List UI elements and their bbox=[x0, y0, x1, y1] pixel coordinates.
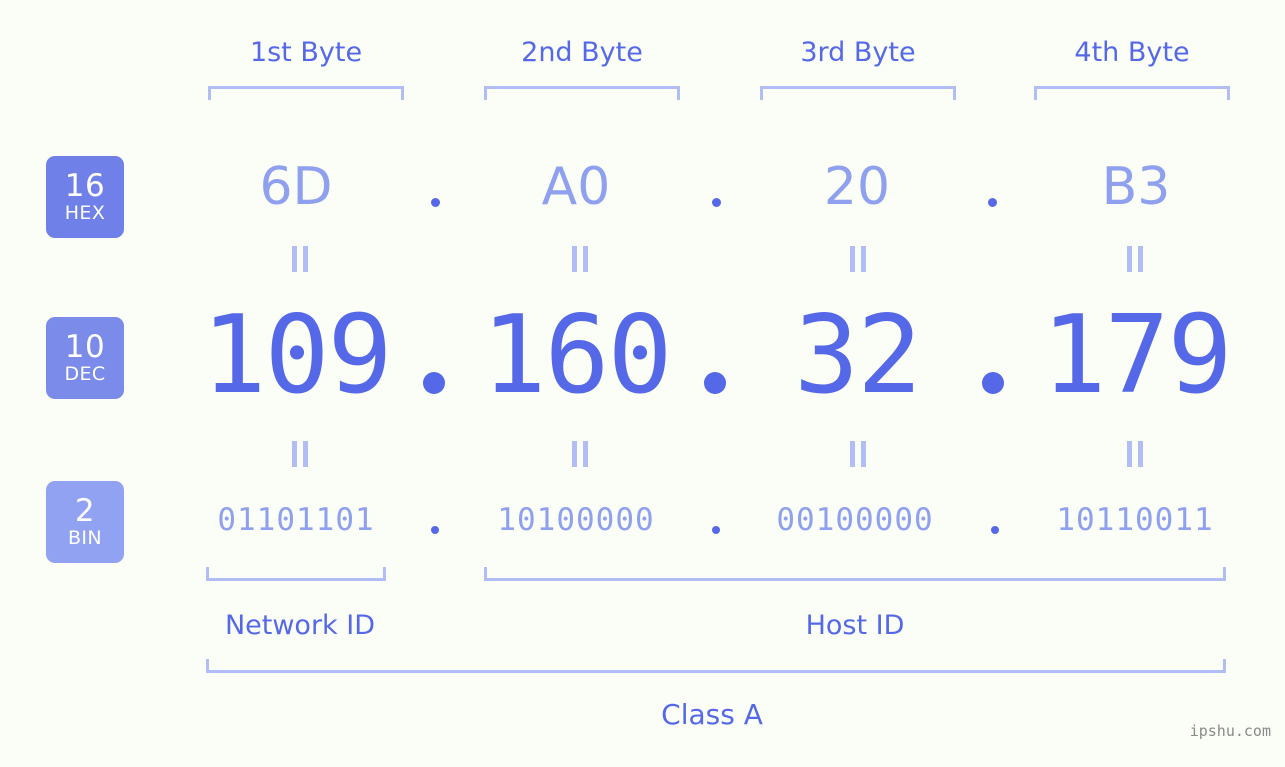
hex-octet-2: A0 bbox=[541, 157, 611, 217]
byte-header-1: 1st Byte bbox=[249, 37, 363, 68]
dec-octet-3: 32 bbox=[793, 293, 922, 418]
equals-mark-hex-dec-1 bbox=[289, 246, 311, 272]
equals-mark-dec-bin-2 bbox=[569, 441, 591, 467]
hex-octet-4: B3 bbox=[1101, 157, 1171, 217]
dec-separator-2 bbox=[704, 372, 726, 394]
equals-mark-dec-bin-3 bbox=[847, 441, 869, 467]
base-badge-hex-name: HEX bbox=[64, 202, 106, 224]
hex-separator-1 bbox=[431, 198, 440, 207]
bin-separator-2 bbox=[712, 526, 720, 534]
hex-octet-1: 6D bbox=[259, 157, 333, 217]
dec-octet-4: 179 bbox=[1041, 293, 1232, 418]
equals-mark-dec-bin-1 bbox=[289, 441, 311, 467]
byte-bracket-1 bbox=[208, 86, 404, 100]
network-id-label: Network ID bbox=[224, 610, 376, 641]
host-id-bracket bbox=[484, 567, 1226, 581]
base-badge-dec-number: 10 bbox=[64, 329, 106, 365]
byte-bracket-2 bbox=[484, 86, 680, 100]
hex-separator-3 bbox=[988, 198, 997, 207]
network-id-bracket bbox=[206, 567, 386, 581]
byte-header-2: 2nd Byte bbox=[521, 37, 643, 68]
base-badge-dec[interactable]: 10 DEC bbox=[46, 317, 124, 399]
dec-octet-2: 160 bbox=[481, 293, 672, 418]
byte-header-3: 3rd Byte bbox=[800, 37, 916, 68]
equals-mark-hex-dec-2 bbox=[569, 246, 591, 272]
bin-octet-1: 01101101 bbox=[217, 502, 375, 538]
bin-octet-2: 10100000 bbox=[497, 502, 655, 538]
base-badge-bin[interactable]: 2 BIN bbox=[46, 481, 124, 563]
hex-octet-3: 20 bbox=[823, 157, 891, 217]
equals-mark-hex-dec-3 bbox=[847, 246, 869, 272]
base-badge-hex[interactable]: 16 HEX bbox=[46, 156, 124, 238]
bin-octet-3: 00100000 bbox=[776, 502, 934, 538]
byte-bracket-4 bbox=[1034, 86, 1230, 100]
base-badge-hex-number: 16 bbox=[64, 168, 106, 204]
equals-mark-dec-bin-4 bbox=[1124, 441, 1146, 467]
equals-mark-hex-dec-4 bbox=[1124, 246, 1146, 272]
host-id-label: Host ID bbox=[805, 610, 905, 641]
bin-separator-1 bbox=[431, 526, 439, 534]
base-badge-bin-name: BIN bbox=[67, 527, 103, 549]
base-badge-bin-number: 2 bbox=[74, 493, 96, 529]
dec-separator-1 bbox=[423, 372, 445, 394]
bin-octet-4: 10110011 bbox=[1056, 502, 1214, 538]
class-bracket bbox=[206, 659, 1226, 673]
ip-breakdown-diagram: 1st Byte 2nd Byte 3rd Byte 4th Byte 16 H… bbox=[0, 0, 1285, 767]
hex-separator-2 bbox=[712, 198, 721, 207]
byte-bracket-3 bbox=[760, 86, 956, 100]
dec-octet-1: 109 bbox=[201, 293, 392, 418]
bin-separator-3 bbox=[991, 526, 999, 534]
watermark: ipshu.com bbox=[1189, 722, 1271, 740]
class-label: Class A bbox=[661, 698, 763, 731]
byte-header-4: 4th Byte bbox=[1074, 37, 1190, 68]
base-badge-dec-name: DEC bbox=[64, 363, 106, 385]
dec-separator-3 bbox=[982, 372, 1004, 394]
